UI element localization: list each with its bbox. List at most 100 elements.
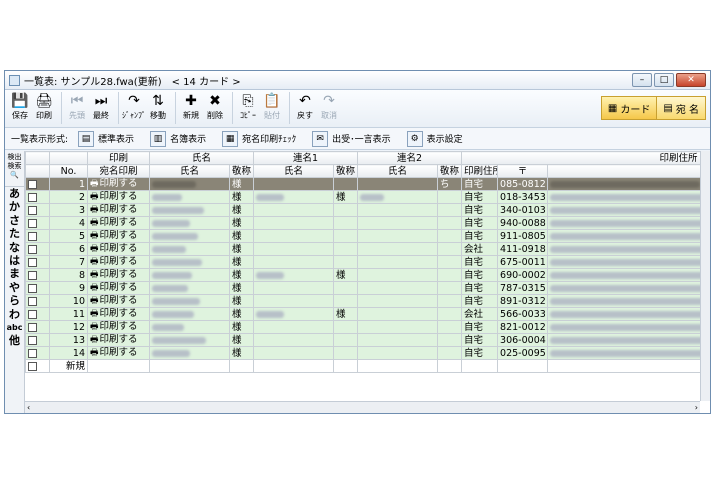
renmei1-name-cell[interactable] — [253, 216, 335, 230]
row-checkbox-cell[interactable] — [25, 229, 50, 243]
name-cell[interactable] — [149, 268, 230, 282]
table-row[interactable]: 9 🖶印刷する 様 自宅 787-0315 — [25, 281, 700, 295]
address-cell[interactable] — [547, 320, 700, 334]
save-button[interactable]: 💾 保存 — [9, 92, 31, 121]
column-header[interactable]: 敬称 — [228, 164, 255, 178]
print-address-type-cell[interactable]: 自宅 — [461, 203, 499, 217]
print-status-cell[interactable]: 🖶印刷する — [87, 190, 150, 204]
name-cell[interactable] — [149, 229, 230, 243]
index-item[interactable]: 他 — [9, 334, 20, 347]
renmei1-name-cell[interactable] — [253, 177, 335, 191]
renmei2-name-cell[interactable] — [357, 320, 439, 334]
print-status-cell[interactable]: 🖶印刷する — [87, 307, 150, 321]
index-item[interactable]: ま — [9, 267, 20, 280]
table-row[interactable]: 12 🖶印刷する 様 自宅 821-0012 — [25, 320, 700, 334]
renmei2-name-cell[interactable] — [357, 255, 439, 269]
print-status-cell[interactable]: 🖶印刷する — [87, 268, 150, 282]
row-checkbox[interactable] — [28, 296, 37, 306]
column-header[interactable]: 印刷住所 — [461, 164, 499, 178]
zip-cell[interactable]: 411-0918 — [497, 242, 549, 256]
redo-button[interactable]: ↷ 取消 — [318, 92, 340, 121]
zip-cell[interactable]: 018-3453 — [497, 190, 549, 204]
renmei1-name-cell[interactable] — [253, 229, 335, 243]
row-checkbox[interactable] — [28, 361, 37, 371]
print-address-type-cell[interactable]: 自宅 — [461, 255, 499, 269]
zip-cell[interactable]: 085-0812 — [497, 177, 549, 191]
index-item[interactable]: な — [9, 241, 20, 254]
minimize-button[interactable]: – — [632, 73, 652, 87]
row-checkbox-cell[interactable] — [25, 242, 50, 256]
address-mode-button[interactable]: ▤ 宛 名 — [656, 97, 705, 119]
print-address-type-cell[interactable]: 自宅 — [461, 320, 499, 334]
renmei1-name-cell[interactable] — [253, 203, 335, 217]
renmei1-name-cell[interactable] — [253, 281, 335, 295]
table-row[interactable]: 2 🖶印刷する 様 様 自宅 018-3453 — [25, 190, 700, 204]
zip-cell[interactable]: 940-0088 — [497, 216, 549, 230]
maximize-button[interactable]: □ — [654, 73, 674, 87]
print-status-cell[interactable]: 🖶印刷する — [87, 346, 150, 360]
index-search-button[interactable]: 検出 検索 🔍 — [5, 153, 24, 187]
column-header[interactable] — [25, 164, 50, 178]
renmei2-name-cell[interactable] — [357, 333, 439, 347]
renmei1-name-cell[interactable] — [253, 190, 335, 204]
zip-cell[interactable]: 675-0011 — [497, 255, 549, 269]
column-header[interactable]: No. — [49, 164, 88, 178]
renmei2-name-cell[interactable] — [357, 294, 439, 308]
row-checkbox-cell[interactable] — [25, 255, 50, 269]
print-status-cell[interactable]: 🖶印刷する — [87, 281, 150, 295]
renmei2-name-cell[interactable] — [357, 346, 439, 360]
address-cell[interactable] — [547, 242, 700, 256]
print-status-cell[interactable]: 🖶印刷する — [87, 203, 150, 217]
horizontal-scrollbar[interactable]: ‹ › — [25, 401, 700, 413]
row-checkbox[interactable] — [28, 192, 37, 202]
row-checkbox[interactable] — [28, 205, 37, 215]
index-item[interactable]: あ — [9, 187, 20, 200]
address-cell[interactable] — [547, 229, 700, 243]
delete-button[interactable]: ✖ 削除 — [204, 92, 226, 121]
print-address-type-cell[interactable]: 自宅 — [461, 333, 499, 347]
column-header[interactable]: 氏名 — [149, 164, 230, 178]
name-cell[interactable] — [149, 307, 230, 321]
address-cell[interactable] — [547, 203, 700, 217]
table-row[interactable]: 14 🖶印刷する 様 自宅 025-0095 — [25, 346, 700, 360]
empty-cell[interactable] — [461, 359, 499, 373]
renmei1-name-cell[interactable] — [253, 268, 335, 282]
renmei2-name-cell[interactable] — [357, 281, 439, 295]
empty-cell[interactable] — [149, 359, 230, 373]
renmei2-name-cell[interactable] — [357, 216, 439, 230]
renmei2-name-cell[interactable] — [357, 229, 439, 243]
column-header[interactable]: 住所 — [547, 164, 700, 178]
move-button[interactable]: ⇅ 移動 — [147, 92, 169, 121]
address-cell[interactable] — [547, 294, 700, 308]
table-row[interactable]: 3 🖶印刷する 様 自宅 340-0103 — [25, 203, 700, 217]
renmei1-name-cell[interactable] — [253, 255, 335, 269]
new-button[interactable]: ✚ 新規 — [180, 92, 202, 121]
name-cell[interactable] — [149, 255, 230, 269]
new-record-row[interactable]: 新規 — [25, 359, 700, 373]
renmei2-name-cell[interactable] — [357, 177, 439, 191]
renmei2-name-cell[interactable] — [357, 242, 439, 256]
renmei1-name-cell[interactable] — [253, 320, 335, 334]
row-checkbox-cell[interactable] — [25, 333, 50, 347]
row-checkbox[interactable] — [28, 283, 37, 293]
print-address-type-cell[interactable]: 自宅 — [461, 177, 499, 191]
table-row[interactable]: 5 🖶印刷する 様 自宅 911-0805 — [25, 229, 700, 243]
address-cell[interactable] — [547, 268, 700, 282]
view-button-5[interactable]: ⚙ 表示設定 — [405, 130, 471, 147]
scroll-right-icon[interactable]: › — [695, 402, 698, 413]
print-address-type-cell[interactable]: 自宅 — [461, 294, 499, 308]
index-item[interactable]: は — [9, 254, 20, 267]
table-row[interactable]: 6 🖶印刷する 様 会社 411-0918 — [25, 242, 700, 256]
column-header[interactable]: 氏名 — [357, 164, 439, 178]
zip-cell[interactable]: 787-0315 — [497, 281, 549, 295]
name-cell[interactable] — [149, 190, 230, 204]
column-header[interactable]: 宛名印刷 — [87, 164, 150, 178]
first-button[interactable]: ⏮ 先頭 — [66, 92, 88, 121]
row-checkbox[interactable] — [28, 179, 37, 189]
view-button-2[interactable]: ▥ 名簿表示 — [148, 130, 214, 147]
empty-cell[interactable] — [228, 359, 255, 373]
row-checkbox-cell[interactable] — [25, 307, 50, 321]
print-status-cell[interactable]: 🖶印刷する — [87, 320, 150, 334]
address-cell[interactable] — [547, 346, 700, 360]
print-address-type-cell[interactable]: 自宅 — [461, 229, 499, 243]
